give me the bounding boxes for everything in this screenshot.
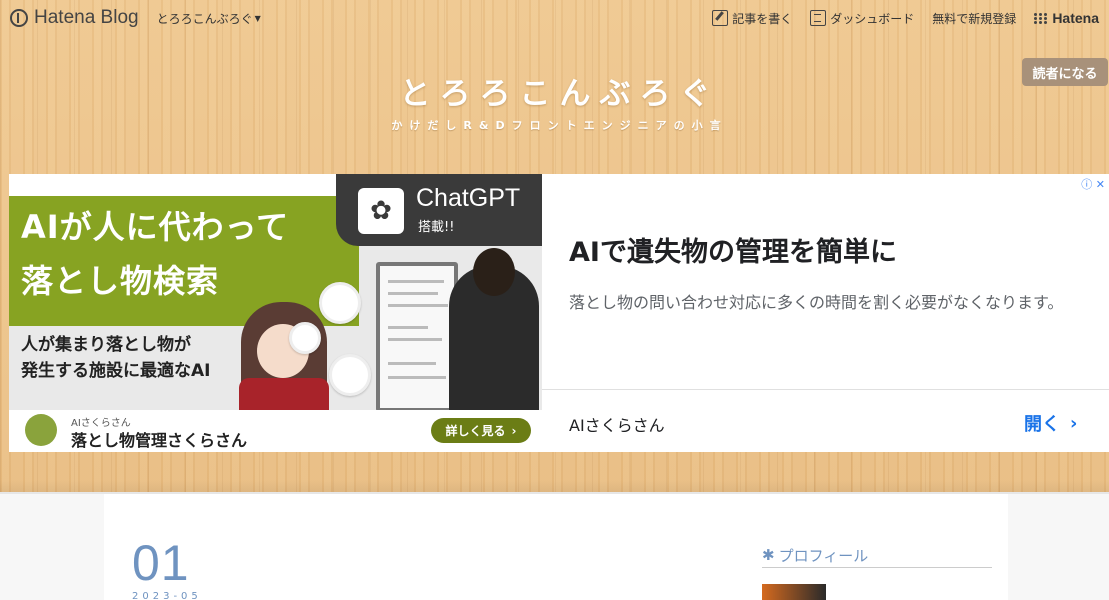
dashboard-icon [810,10,827,26]
profile-avatar[interactable] [762,584,826,600]
post-date-year-month: 2023-05 [132,591,202,600]
hatena-dots-icon [1034,12,1048,24]
asterisk-icon: ✱ [762,546,775,564]
sakura-avatar [25,414,57,446]
chatgpt-logo-icon: ✿ [358,188,404,234]
chatgpt-name: ChatGPT [416,184,521,212]
ad-advertiser: AIさくらさん [569,416,665,435]
edit-icon [712,10,729,26]
ad-image-headline-2: 落とし物検索 [21,262,220,300]
phone-badge-icon [289,322,321,354]
chevron-right-icon: › [1070,412,1078,434]
chatgpt-banner: ✿ ChatGPT 搭載!! [336,174,542,246]
grass-badge-icon [319,282,361,324]
advertisement[interactable]: AIが人に代わって 落とし物検索 人が集まり落とし物が 発生する施設に最適なAI… [9,174,1109,452]
profile-heading-label: プロフィール [778,546,869,565]
caret-down-icon: ▼ [254,13,261,23]
ad-open-label: 開く [1024,414,1060,435]
ad-image-headline-1: AIが人に代わって [21,208,290,246]
dashboard-link[interactable]: ダッシュボード [810,10,914,27]
post-date-day[interactable]: 01 [132,534,190,592]
ad-image-sub-1: 人が集まり落とし物が [21,335,191,355]
dashboard-label: ダッシュボード [830,11,915,26]
bag-badge-icon [329,354,371,396]
write-article-label: 記事を書く [732,11,793,26]
ad-headline[interactable]: AIで遺失物の管理を簡単に [569,230,897,269]
ad-footer-product: 落とし物管理さくらさん [71,431,248,450]
blog-switcher[interactable]: とろろこんぶろぐ ▼ [157,10,261,27]
blog-description: かけだしR&Dフロントエンジニアの小言 [391,119,728,132]
hatena-logo[interactable]: Hatena [1034,10,1099,26]
blog-title[interactable]: とろろこんぶろぐ [0,68,1109,113]
ad-divider [542,389,1109,390]
kiosk-illustration [376,262,458,412]
ad-image-sub-2: 発生する施設に最適なAI [21,361,211,381]
blog-switcher-label: とろろこんぶろぐ [156,11,253,26]
ad-image-top [9,174,359,196]
write-article-link[interactable]: 記事を書く [712,10,792,27]
ad-image-footer: AIさくらさん 落とし物管理さくらさん 詳しく見る › [9,410,542,452]
ad-image[interactable]: AIが人に代わって 落とし物検索 人が集まり落とし物が 発生する施設に最適なAI… [9,174,542,452]
ad-body: 落とし物の問い合わせ対応に多くの時間を割く必要がなくなります。 [569,293,1064,312]
global-header: Hatena Blog とろろこんぶろぐ ▼ 記事を書く ダッシュボード 無料で… [0,0,1109,36]
register-label: 無料で新規登録 [932,11,1017,26]
register-link[interactable]: 無料で新規登録 [932,10,1016,27]
ad-text-panel[interactable]: ⓘ ✕ AIで遺失物の管理を簡単に 落とし物の問い合わせ対応に多くの時間を割く必… [542,174,1109,452]
ad-details-label: 詳しく見る [445,424,506,438]
ad-open-button[interactable]: 開く › [1024,410,1077,436]
hatena-blog-logo[interactable]: Hatena Blog [10,7,139,29]
ad-details-button[interactable]: 詳しく見る › [431,418,531,443]
subscribe-button[interactable]: 読者になる [1022,58,1108,86]
brand-text: Hatena Blog [34,7,139,28]
person-head-illustration [473,248,515,296]
profile-heading: ✱ プロフィール [762,543,992,568]
chevron-right-icon: › [511,423,517,438]
header-shadow [0,480,1109,494]
hatena-blog-icon [10,9,28,27]
hatena-label: Hatena [1052,10,1099,26]
chatgpt-tag: 搭載!! [418,220,455,235]
ad-info-close-icon[interactable]: ⓘ ✕ [1081,176,1105,192]
top-nav: 記事を書く ダッシュボード 無料で新規登録 Hatena [712,10,1099,27]
